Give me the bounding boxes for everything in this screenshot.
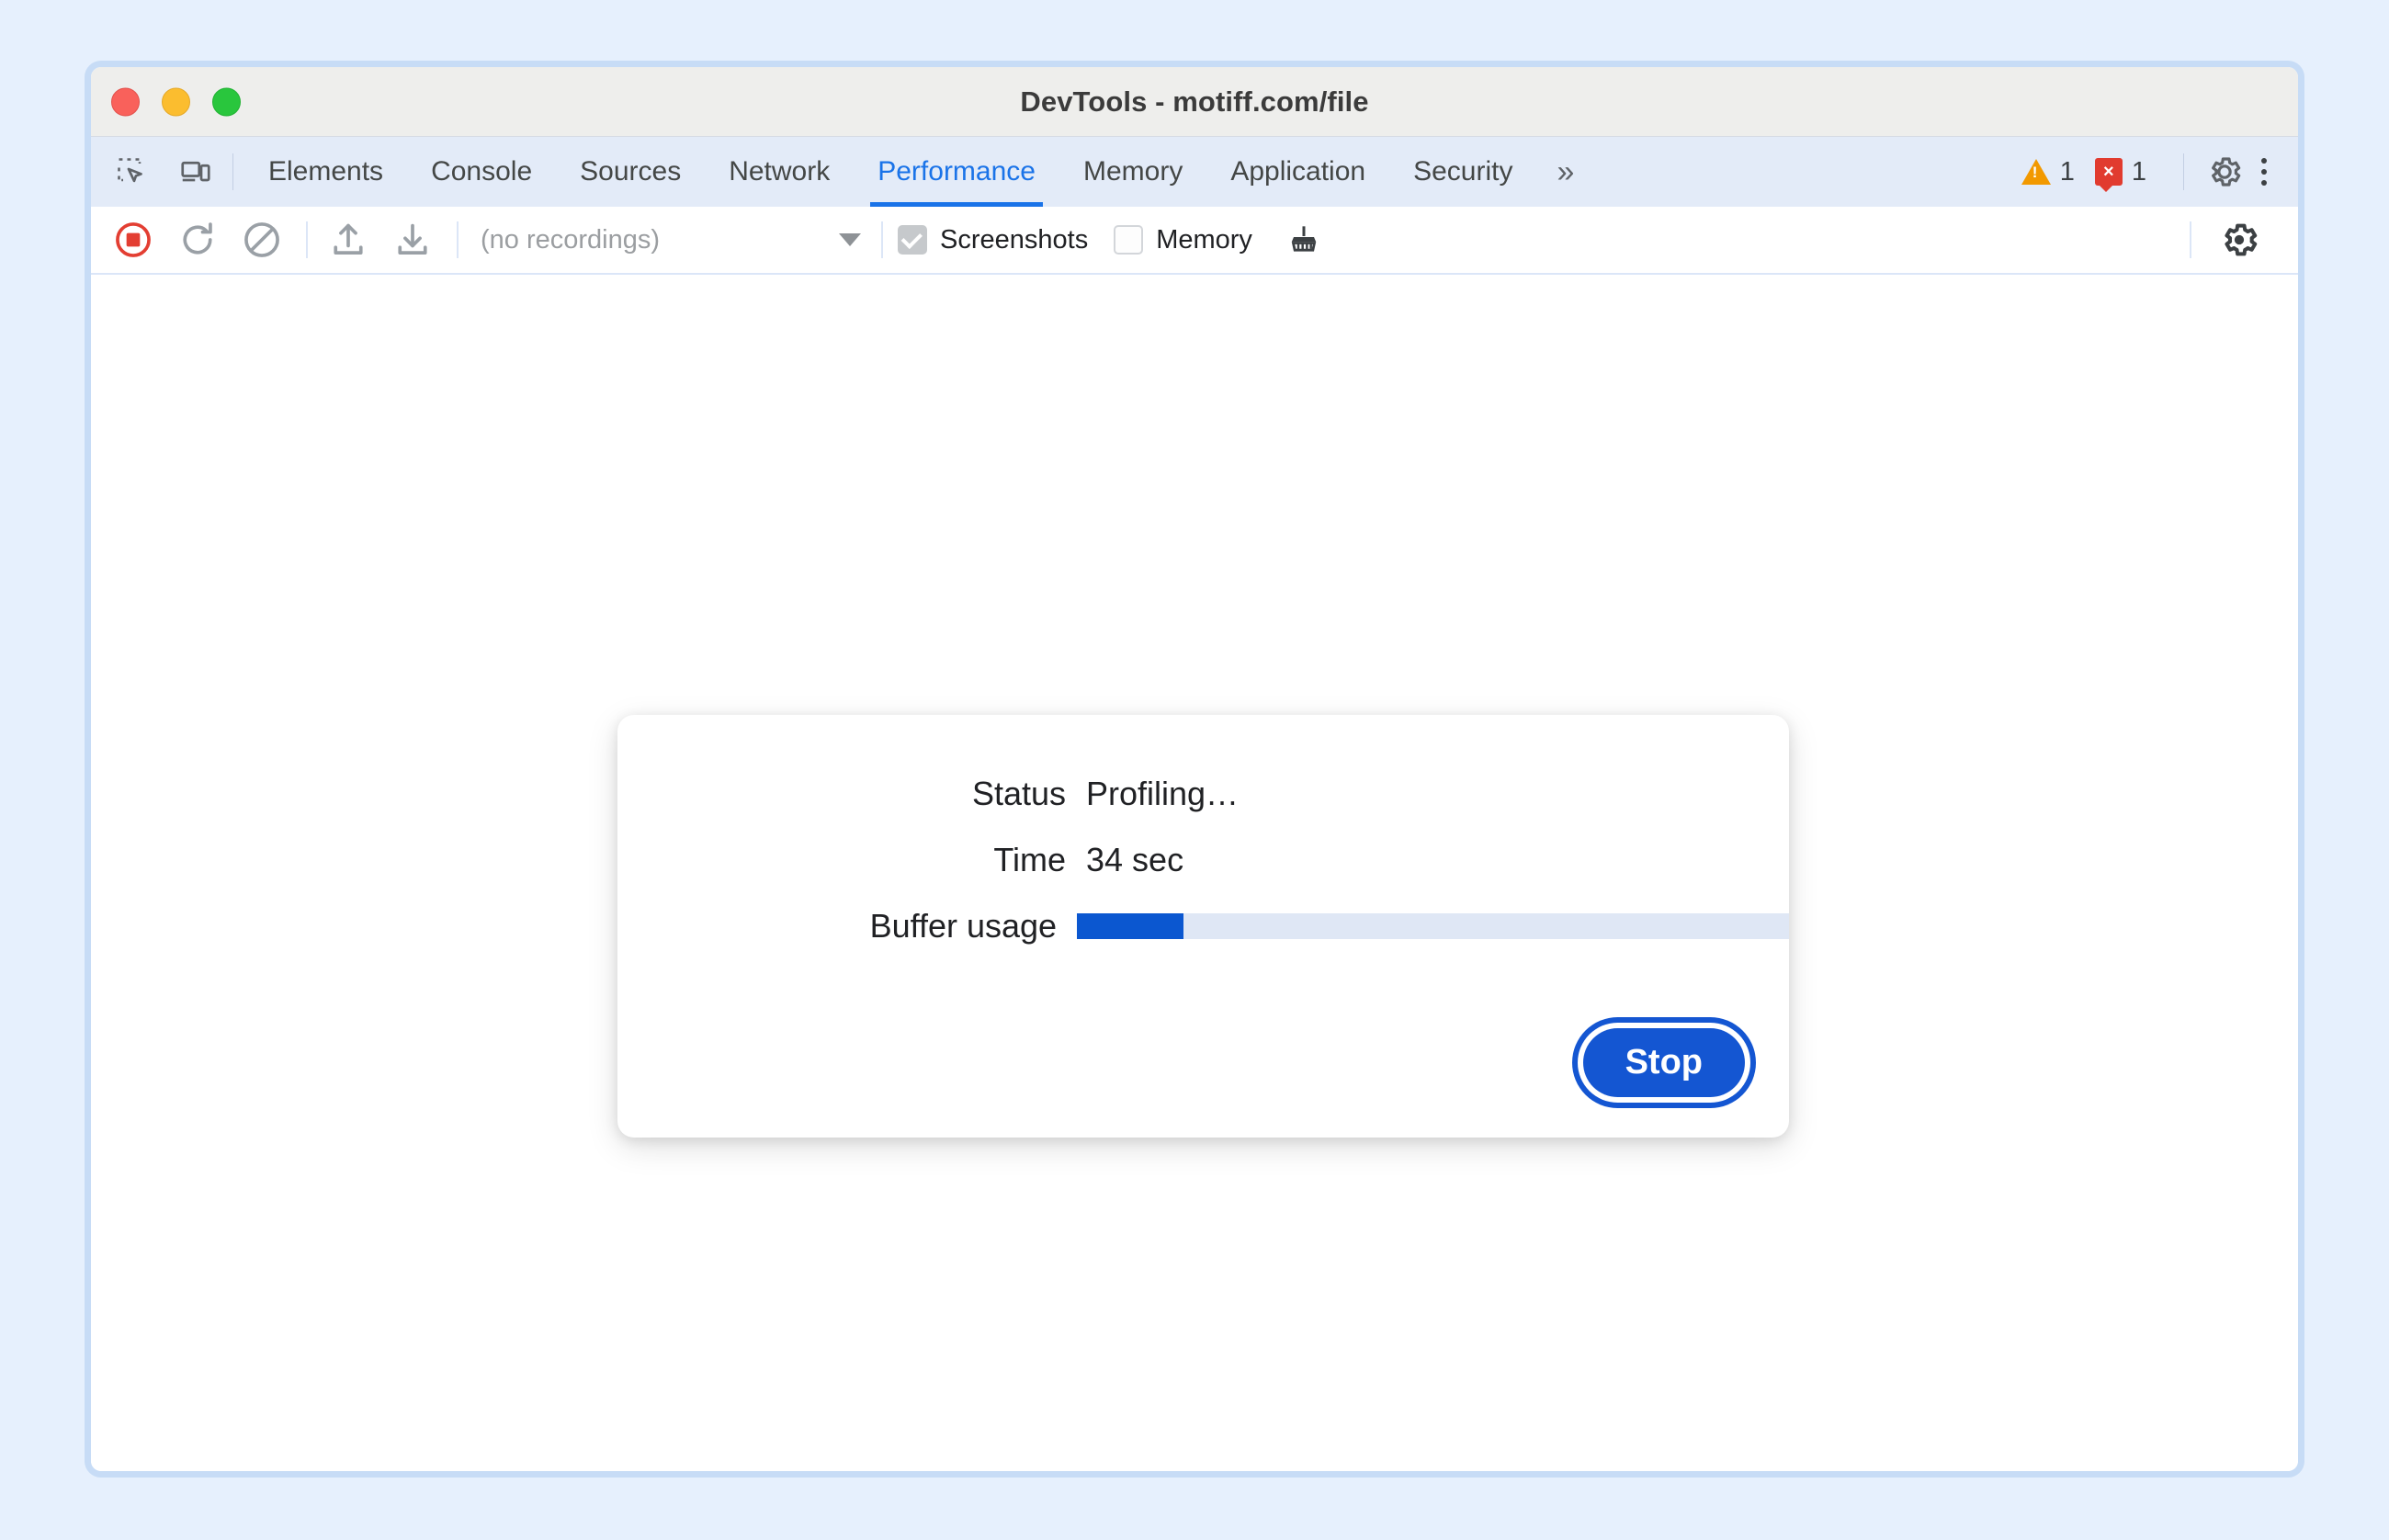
tab-security[interactable]: Security bbox=[1389, 137, 1536, 207]
inspect-element-icon[interactable] bbox=[108, 148, 155, 196]
tab-label: Security bbox=[1413, 156, 1513, 187]
checkbox-checked-icon bbox=[898, 225, 927, 255]
checkbox-unchecked-icon bbox=[1114, 225, 1144, 255]
error-badge-icon: × bbox=[2094, 158, 2123, 192]
performance-panel-content: Status Profiling… Time 34 sec Buffer usa… bbox=[91, 275, 2298, 1471]
toolbar-divider bbox=[306, 221, 308, 258]
kebab-dot bbox=[2261, 158, 2267, 164]
recording-status-dialog: Status Profiling… Time 34 sec Buffer usa… bbox=[617, 715, 1789, 1138]
status-label: Status bbox=[971, 775, 1066, 812]
dialog-actions: Stop bbox=[1582, 1028, 1745, 1097]
right-controls-divider bbox=[2183, 153, 2184, 190]
load-profile-button[interactable] bbox=[323, 214, 374, 266]
time-label: Time bbox=[993, 841, 1066, 878]
performance-toolbar: (no recordings) Screenshots Memory bbox=[91, 207, 2298, 275]
status-row: Status Profiling… bbox=[617, 761, 1789, 827]
tab-label: Elements bbox=[268, 156, 384, 187]
toolbar-divider bbox=[457, 221, 459, 258]
more-tabs-button[interactable]: » bbox=[1536, 137, 1594, 207]
time-value: 34 sec bbox=[1086, 841, 1184, 878]
devtools-window: DevTools - motiff.com/file Elements Cons… bbox=[85, 61, 2304, 1478]
buffer-usage-label: Buffer usage bbox=[869, 907, 1058, 945]
title-bar: DevTools - motiff.com/file bbox=[91, 67, 2298, 137]
tab-label: Performance bbox=[877, 156, 1036, 187]
memory-label: Memory bbox=[1156, 224, 1252, 255]
chevron-double-right-icon: » bbox=[1557, 153, 1575, 189]
error-count[interactable]: × 1 bbox=[2094, 156, 2146, 192]
status-rows: Status Profiling… Time 34 sec Buffer usa… bbox=[617, 761, 1789, 959]
tab-sources[interactable]: Sources bbox=[556, 137, 705, 207]
record-button[interactable] bbox=[108, 214, 159, 266]
tab-application[interactable]: Application bbox=[1206, 137, 1389, 207]
devtools-tab-bar: Elements Console Sources Network Perform… bbox=[91, 137, 2298, 207]
clear-button[interactable] bbox=[236, 214, 288, 266]
toolbar-right-controls bbox=[2184, 214, 2298, 266]
warning-triangle-icon bbox=[2021, 159, 2051, 185]
buffer-usage-row: Buffer usage bbox=[617, 893, 1789, 959]
warning-count-label: 1 bbox=[2059, 156, 2075, 187]
tab-performance[interactable]: Performance bbox=[854, 137, 1059, 207]
kebab-dot bbox=[2261, 180, 2267, 186]
capture-settings-gear-icon[interactable] bbox=[2214, 214, 2265, 266]
screenshots-label: Screenshots bbox=[940, 224, 1089, 255]
tab-memory[interactable]: Memory bbox=[1059, 137, 1206, 207]
buffer-usage-progress bbox=[1077, 913, 1789, 939]
tab-console[interactable]: Console bbox=[407, 137, 556, 207]
memory-checkbox[interactable]: Memory bbox=[1114, 225, 1252, 255]
tab-bar-left-icons bbox=[91, 137, 220, 207]
tab-bar-right-controls: 1 × 1 bbox=[2021, 137, 2298, 207]
stop-button[interactable]: Stop bbox=[1582, 1028, 1745, 1097]
tab-network[interactable]: Network bbox=[705, 137, 854, 207]
kebab-menu-icon[interactable] bbox=[2248, 158, 2280, 186]
toolbar-divider bbox=[2190, 221, 2191, 258]
status-value: Profiling… bbox=[1086, 775, 1240, 812]
time-row: Time 34 sec bbox=[617, 827, 1789, 893]
buffer-usage-progress-fill bbox=[1077, 913, 1184, 939]
recordings-value: (no recordings) bbox=[481, 224, 661, 255]
tab-elements[interactable]: Elements bbox=[244, 137, 407, 207]
recordings-dropdown[interactable]: (no recordings) bbox=[473, 225, 876, 255]
screenshots-checkbox[interactable]: Screenshots bbox=[898, 225, 1088, 255]
collect-garbage-button[interactable] bbox=[1278, 214, 1330, 266]
tab-bar-divider bbox=[232, 153, 233, 190]
tab-label: Memory bbox=[1082, 156, 1183, 187]
error-count-label: 1 bbox=[2131, 156, 2146, 187]
save-profile-button[interactable] bbox=[387, 214, 438, 266]
window-title: DevTools - motiff.com/file bbox=[1020, 85, 1369, 118]
chevron-down-icon bbox=[839, 233, 861, 246]
reload-and-record-button[interactable] bbox=[172, 214, 223, 266]
tab-label: Console bbox=[431, 156, 533, 187]
kebab-dot bbox=[2261, 169, 2267, 175]
tab-list: Elements Console Sources Network Perform… bbox=[244, 137, 1594, 207]
toolbar-divider bbox=[881, 221, 883, 258]
device-toolbar-icon[interactable] bbox=[172, 148, 220, 196]
tab-label: Sources bbox=[580, 156, 682, 187]
tab-label: Network bbox=[729, 156, 831, 187]
gear-icon[interactable] bbox=[2201, 148, 2248, 196]
tab-label: Application bbox=[1230, 156, 1366, 187]
warning-count[interactable]: 1 bbox=[2021, 157, 2075, 187]
